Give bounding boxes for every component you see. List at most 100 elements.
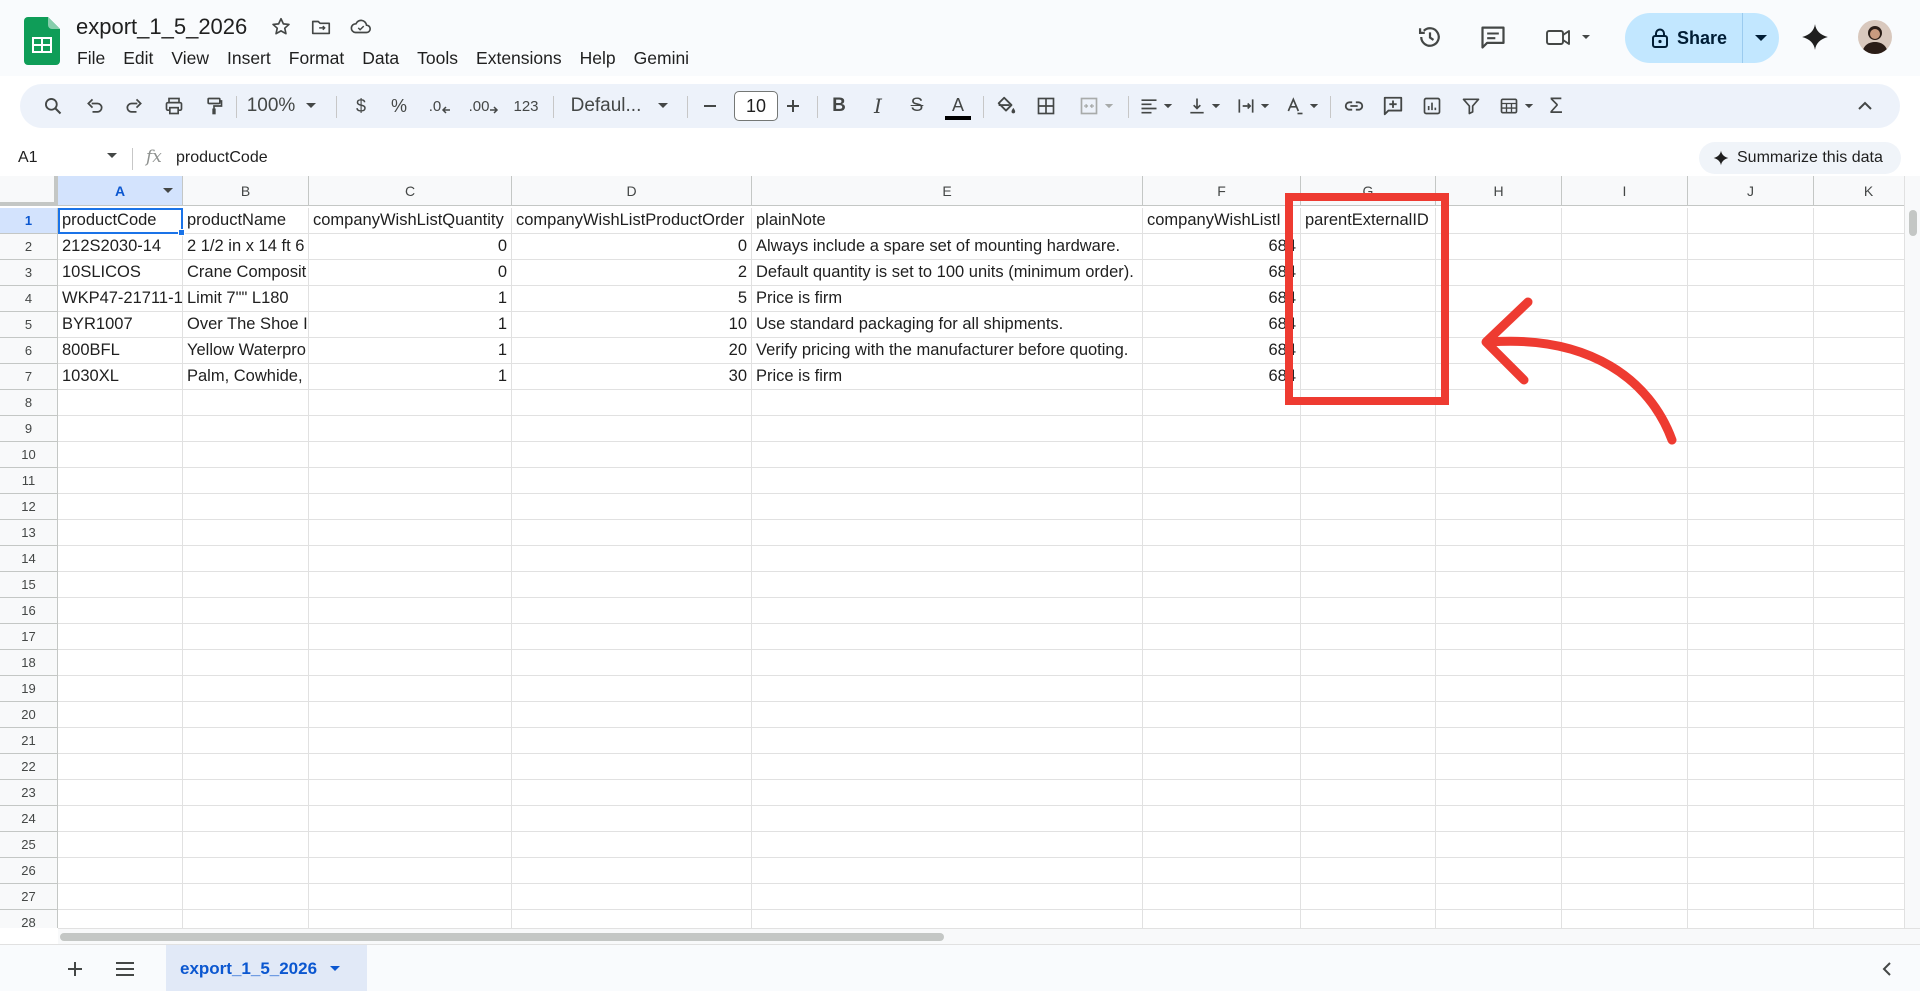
cell-g11[interactable] xyxy=(1301,468,1436,494)
column-header-f[interactable]: F xyxy=(1143,176,1301,206)
cell-h27[interactable] xyxy=(1436,884,1562,910)
cell-c23[interactable] xyxy=(309,780,512,806)
cell-a20[interactable] xyxy=(58,702,183,728)
cell-a5[interactable]: BYR1007 xyxy=(58,312,183,338)
version-history-icon[interactable] xyxy=(1414,21,1446,53)
cell-c5[interactable]: 1 xyxy=(309,312,512,338)
column-header-i[interactable]: I xyxy=(1562,176,1688,206)
horizontal-align-icon[interactable] xyxy=(1135,84,1177,128)
cell-k5[interactable] xyxy=(1814,312,1904,338)
cell-g27[interactable] xyxy=(1301,884,1436,910)
cell-a13[interactable] xyxy=(58,520,183,546)
merge-cells-icon[interactable] xyxy=(1070,84,1122,128)
cell-k4[interactable] xyxy=(1814,286,1904,312)
cell-c21[interactable] xyxy=(309,728,512,754)
cell-c11[interactable] xyxy=(309,468,512,494)
cell-j6[interactable] xyxy=(1688,338,1814,364)
row-header[interactable]: 16 xyxy=(0,598,58,624)
cell-a19[interactable] xyxy=(58,676,183,702)
cell-c3[interactable]: 0 xyxy=(309,260,512,286)
cell-b26[interactable] xyxy=(183,858,309,884)
cell-g19[interactable] xyxy=(1301,676,1436,702)
menu-view[interactable]: View xyxy=(162,44,218,72)
cell-a8[interactable] xyxy=(58,390,183,416)
cell-b1[interactable]: productName xyxy=(183,208,309,234)
cell-k9[interactable] xyxy=(1814,416,1904,442)
cell-h18[interactable] xyxy=(1436,650,1562,676)
cell-k6[interactable] xyxy=(1814,338,1904,364)
cell-b15[interactable] xyxy=(183,572,309,598)
cell-a11[interactable] xyxy=(58,468,183,494)
cell-e9[interactable] xyxy=(752,416,1143,442)
document-title[interactable]: export_1_5_2026 xyxy=(76,12,247,42)
menu-data[interactable]: Data xyxy=(353,44,408,72)
row-header[interactable]: 1 xyxy=(0,208,58,234)
cell-f17[interactable] xyxy=(1143,624,1301,650)
cell-d10[interactable] xyxy=(512,442,752,468)
cell-k21[interactable] xyxy=(1814,728,1904,754)
cell-d23[interactable] xyxy=(512,780,752,806)
cell-b13[interactable] xyxy=(183,520,309,546)
cell-a16[interactable] xyxy=(58,598,183,624)
all-sheets-icon[interactable] xyxy=(112,957,138,981)
row-header[interactable]: 5 xyxy=(0,312,58,338)
cell-d18[interactable] xyxy=(512,650,752,676)
cell-a6[interactable]: 800BFL xyxy=(58,338,183,364)
horizontal-scrollbar[interactable] xyxy=(58,928,1920,944)
print-icon[interactable] xyxy=(159,84,189,128)
cell-f12[interactable] xyxy=(1143,494,1301,520)
filter-icon[interactable] xyxy=(1455,84,1487,128)
cell-k10[interactable] xyxy=(1814,442,1904,468)
cell-c19[interactable] xyxy=(309,676,512,702)
cell-c25[interactable] xyxy=(309,832,512,858)
cell-f15[interactable] xyxy=(1143,572,1301,598)
cell-k22[interactable] xyxy=(1814,754,1904,780)
cell-d28[interactable] xyxy=(512,910,752,928)
cell-j12[interactable] xyxy=(1688,494,1814,520)
menu-tools[interactable]: Tools xyxy=(408,44,467,72)
cell-k25[interactable] xyxy=(1814,832,1904,858)
cell-j3[interactable] xyxy=(1688,260,1814,286)
cell-e28[interactable] xyxy=(752,910,1143,928)
cell-k11[interactable] xyxy=(1814,468,1904,494)
cell-k28[interactable] xyxy=(1814,910,1904,928)
avatar[interactable] xyxy=(1858,20,1892,54)
cell-f28[interactable] xyxy=(1143,910,1301,928)
cell-b3[interactable]: Crane Composit xyxy=(183,260,309,286)
cell-d19[interactable] xyxy=(512,676,752,702)
cell-e5[interactable]: Use standard packaging for all shipments… xyxy=(752,312,1143,338)
vertical-scroll-thumb[interactable] xyxy=(1909,210,1917,236)
cell-b2[interactable]: 2 1/2 in x 14 ft 6 xyxy=(183,234,309,260)
cell-i26[interactable] xyxy=(1562,858,1688,884)
cell-g14[interactable] xyxy=(1301,546,1436,572)
cell-c6[interactable]: 1 xyxy=(309,338,512,364)
cell-c20[interactable] xyxy=(309,702,512,728)
text-color-button[interactable]: A xyxy=(941,84,975,128)
vertical-align-icon[interactable] xyxy=(1183,84,1225,128)
cell-b17[interactable] xyxy=(183,624,309,650)
row-header[interactable]: 26 xyxy=(0,858,58,884)
cell-k12[interactable] xyxy=(1814,494,1904,520)
spreadsheet-grid[interactable]: A B C D E F G H I J K 1 productCode productName compan… xyxy=(0,176,1904,928)
cell-j9[interactable] xyxy=(1688,416,1814,442)
row-header[interactable]: 12 xyxy=(0,494,58,520)
row-header[interactable]: 18 xyxy=(0,650,58,676)
cell-b28[interactable] xyxy=(183,910,309,928)
cell-e13[interactable] xyxy=(752,520,1143,546)
cell-d5[interactable]: 10 xyxy=(512,312,752,338)
cell-j28[interactable] xyxy=(1688,910,1814,928)
cell-c7[interactable]: 1 xyxy=(309,364,512,390)
cell-d12[interactable] xyxy=(512,494,752,520)
cell-g20[interactable] xyxy=(1301,702,1436,728)
cell-a4[interactable]: WKP47-21711-1 xyxy=(58,286,183,312)
formula-input[interactable]: productCode xyxy=(176,149,268,167)
cell-a1[interactable]: productCode xyxy=(58,208,183,234)
cell-i17[interactable] xyxy=(1562,624,1688,650)
cell-j4[interactable] xyxy=(1688,286,1814,312)
cell-e22[interactable] xyxy=(752,754,1143,780)
increase-font-size-icon[interactable] xyxy=(778,84,808,128)
chevron-down-icon[interactable] xyxy=(106,152,118,160)
select-all-corner[interactable] xyxy=(0,176,58,206)
fill-handle[interactable] xyxy=(178,229,185,236)
column-header-c[interactable]: C xyxy=(309,176,512,206)
